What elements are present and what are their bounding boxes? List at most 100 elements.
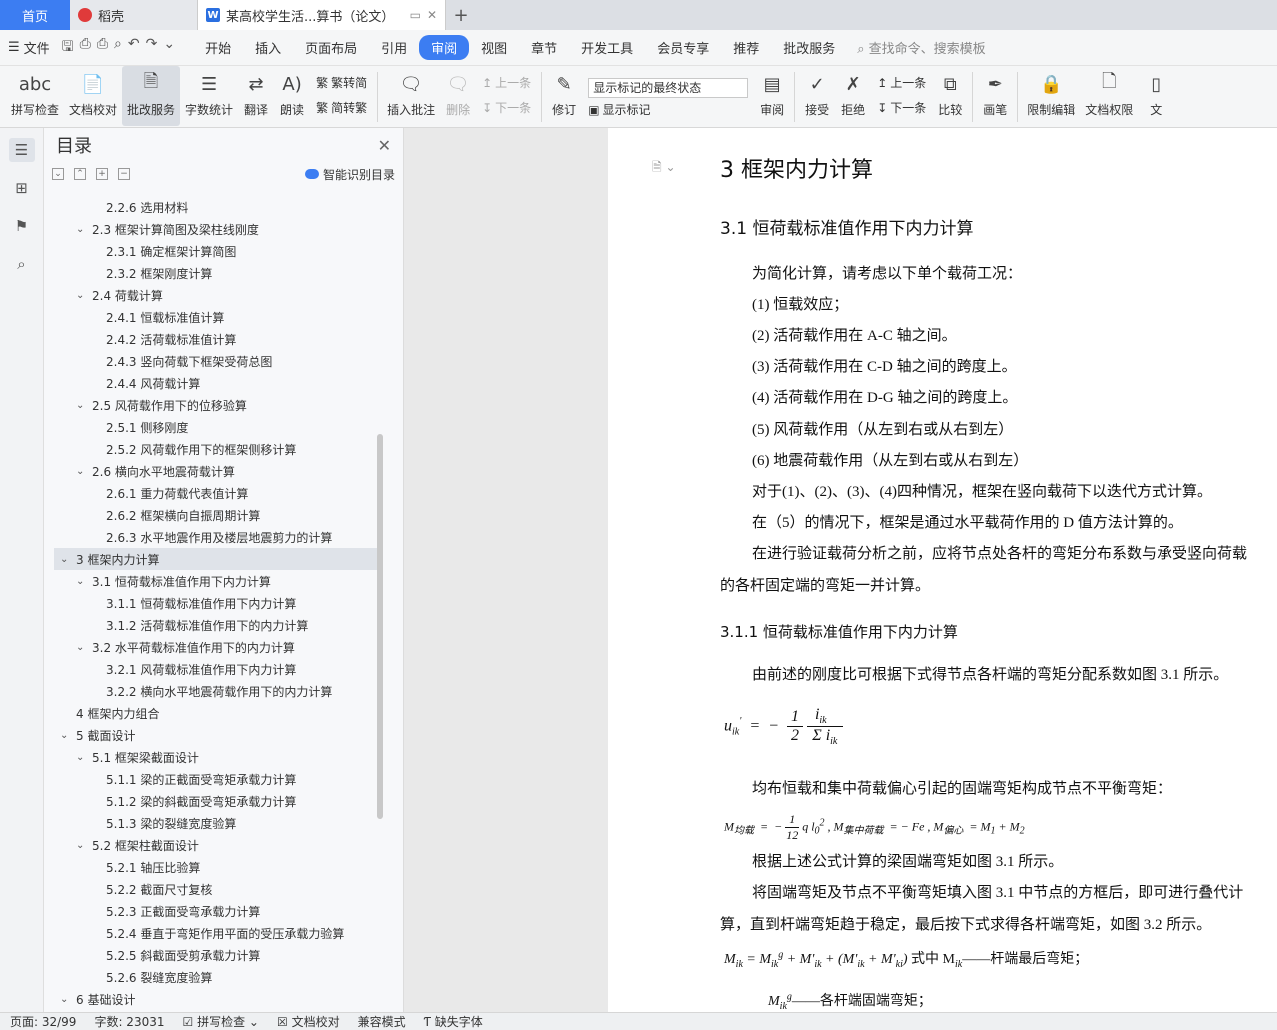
remove-level-icon[interactable]: − (118, 168, 130, 180)
compat-mode[interactable]: 兼容模式 (358, 1013, 406, 1030)
window-icon[interactable]: ▭ (410, 8, 421, 22)
toc-item[interactable]: 2.6.1 重力荷载代表值计算 (54, 482, 380, 504)
toc-item[interactable]: 2.5.1 侧移刚度 (54, 416, 380, 438)
menu-item-section[interactable]: 章节 (519, 35, 569, 60)
undo-icon[interactable]: ↶ (128, 36, 140, 60)
toc-item[interactable]: 5.2.1 轴压比验算 (54, 856, 380, 878)
chevron-down-icon[interactable]: ⌄ (76, 290, 92, 301)
toc-item[interactable]: ⌄ 2.6 横向水平地震荷载计算 (54, 460, 380, 482)
toc-item[interactable]: 2.2.6 选用材料 (54, 196, 380, 218)
menu-item-member[interactable]: 会员专享 (645, 35, 721, 60)
prev-change-button[interactable]: ↥ 上一条 (877, 74, 926, 91)
toc-item[interactable]: ⌄ 5.2 框架柱截面设计 (54, 834, 380, 856)
toc-item[interactable]: 5.2.4 垂直于弯矩作用平面的受压承载力验算 (54, 922, 380, 944)
toc-item[interactable]: ⌄ 3.2 水平荷载标准值作用下的内力计算 (54, 636, 380, 658)
smart-toc-button[interactable]: 智能识别目录 (304, 166, 395, 183)
preview-icon[interactable]: ⌕ (114, 36, 122, 60)
collapse-all-icon[interactable]: ⌄ (52, 168, 64, 180)
doc-rights-button[interactable]: 🗋 文档权限 (1080, 66, 1138, 126)
pen-button[interactable]: ✒ 画笔 (977, 66, 1013, 126)
chevron-down-icon[interactable]: ⌄ (76, 840, 92, 851)
tab-document[interactable]: W 某高校学生活...算书（论文） ▭ ✕ (198, 0, 446, 30)
menu-item-start[interactable]: 开始 (193, 35, 243, 60)
toc-scrollbar[interactable] (377, 434, 383, 819)
review-pane-button[interactable]: ▤ 审阅 (754, 66, 790, 126)
bookmark-icon[interactable]: ⚑ (9, 214, 35, 238)
chevron-down-icon[interactable]: ⌄ (76, 224, 92, 235)
toc-item[interactable]: 4 框架内力组合 (54, 702, 380, 724)
insert-comment-button[interactable]: 🗨 插入批注 (382, 66, 440, 126)
word-count-indicator[interactable]: 字数: 23031 (94, 1013, 164, 1030)
toc-item[interactable]: ⌄ 6 基础设计 (54, 988, 380, 1010)
menu-item-recommend[interactable]: 推荐 (721, 35, 771, 60)
toc-item[interactable]: ⌄ 2.3 框架计算简图及梁柱线刚度 (54, 218, 380, 240)
chevron-down-icon[interactable]: ⌄ (76, 642, 92, 653)
redo-icon[interactable]: ↷ (146, 36, 158, 60)
translate-button[interactable]: ⇄ 翻译 (238, 66, 274, 126)
search-icon[interactable]: ⌕ (9, 252, 35, 276)
toc-item[interactable]: 3.2.1 风荷载标准值作用下内力计算 (54, 658, 380, 680)
doc-proof-status[interactable]: ☒ 文档校对 (277, 1013, 340, 1030)
toc-item[interactable]: 5.1.3 梁的裂缝宽度验算 (54, 812, 380, 834)
more-button[interactable]: ▯ 文 (1138, 66, 1174, 126)
prev-comment-button[interactable]: ↥ 上一条 (482, 74, 531, 91)
toc-item[interactable]: 5.2.2 截面尺寸复核 (54, 878, 380, 900)
missing-font[interactable]: Ƭ 缺失字体 (424, 1013, 483, 1030)
tab-home[interactable]: 首页 (0, 0, 70, 30)
chevron-down-icon[interactable]: ⌄ (60, 994, 76, 1005)
menu-item-layout[interactable]: 页面布局 (293, 35, 369, 60)
toc-item[interactable]: 2.3.1 确定框架计算简图 (54, 240, 380, 262)
toc-nav-icon[interactable]: ☰ (8, 138, 35, 162)
menu-item-view[interactable]: 视图 (469, 35, 519, 60)
toc-item[interactable]: ⌄ 3 框架内力计算 (54, 548, 380, 570)
toc-item[interactable]: ⌄ 2.5 风荷载作用下的位移验算 (54, 394, 380, 416)
tab-daoke[interactable]: 稻壳 (70, 0, 198, 30)
close-icon[interactable]: ✕ (378, 136, 391, 155)
toc-item[interactable]: 5.1.1 梁的正截面受弯矩承载力计算 (54, 768, 380, 790)
next-comment-button[interactable]: ↧ 下一条 (482, 99, 531, 116)
toc-item[interactable]: 3.1.2 活荷载标准值作用下的内力计算 (54, 614, 380, 636)
toc-item[interactable]: ⌄ 3.1 恒荷载标准值作用下内力计算 (54, 570, 380, 592)
show-markup-button[interactable]: ▣ 显示标记 (588, 101, 748, 118)
t2s-button[interactable]: 繁繁转简 (316, 74, 367, 91)
toc-item[interactable]: 2.4.4 风荷载计算 (54, 372, 380, 394)
chevron-down-icon[interactable]: ⌄ (76, 576, 92, 587)
track-changes-button[interactable]: ✎ 修订 (546, 66, 582, 126)
toc-item[interactable]: 2.5.2 风荷载作用下的框架侧移计算 (54, 438, 380, 460)
toc-item[interactable]: 2.6.3 水平地震作用及楼层地震剪力的计算 (54, 526, 380, 548)
s2t-button[interactable]: 繁简转繁 (316, 99, 367, 116)
export-icon[interactable]: ⎙ (80, 36, 91, 60)
chapter-nav-icon[interactable]: ⊞ (9, 176, 35, 200)
markup-select[interactable]: 显示标记的最终状态 (588, 77, 749, 98)
toc-item[interactable]: 2.4.2 活荷载标准值计算 (54, 328, 380, 350)
file-menu[interactable]: ☰ 文件 (8, 38, 50, 57)
chevron-down-icon[interactable]: ⌄ (60, 730, 76, 741)
spell-check-toggle[interactable]: ☑ 拼写检查 ⌄ (183, 1013, 259, 1030)
chevron-down-icon[interactable]: ⌄ (163, 36, 175, 60)
delete-comment-button[interactable]: 🗨 删除 (440, 66, 476, 126)
menu-item-review[interactable]: 审阅 (419, 35, 470, 60)
new-tab-button[interactable]: + (446, 0, 476, 30)
chevron-down-icon[interactable]: ⌄ (76, 752, 92, 763)
menu-item-correction[interactable]: 批改服务 (771, 35, 847, 60)
command-search[interactable]: ⌕ 查找命令、搜索模板 (857, 38, 985, 57)
toc-item[interactable]: ⌄ 5.1 框架梁截面设计 (54, 746, 380, 768)
toc-item[interactable]: 3.2.2 横向水平地震荷载作用下的内力计算 (54, 680, 380, 702)
restrict-edit-button[interactable]: 🔒 限制编辑 (1022, 66, 1080, 126)
spell-check-button[interactable]: abc 拼写检查 (6, 66, 64, 126)
read-aloud-button[interactable]: A) 朗读 (274, 66, 310, 126)
menu-item-insert[interactable]: 插入 (243, 35, 293, 60)
menu-item-developer[interactable]: 开发工具 (569, 35, 645, 60)
toc-item[interactable]: ⌄ 5 截面设计 (54, 724, 380, 746)
save-icon[interactable]: 🖫 (62, 36, 74, 60)
chevron-down-icon[interactable]: ⌄ (76, 466, 92, 477)
page-indicator[interactable]: 页面: 32/99 (10, 1013, 76, 1030)
expand-up-icon[interactable]: ⌃ (74, 168, 86, 180)
chevron-down-icon[interactable]: ⌄ (76, 400, 92, 411)
toc-item[interactable]: ⌄ 2.4 荷载计算 (54, 284, 380, 306)
toc-item[interactable]: 3.1.1 恒荷载标准值作用下内力计算 (54, 592, 380, 614)
toc-item[interactable]: 2.3.2 框架刚度计算 (54, 262, 380, 284)
word-count-button[interactable]: ☰ 字数统计 (180, 66, 238, 126)
toc-item[interactable]: 2.6.2 框架横向自振周期计算 (54, 504, 380, 526)
doc-proof-button[interactable]: 📄 文档校对 (64, 66, 122, 126)
